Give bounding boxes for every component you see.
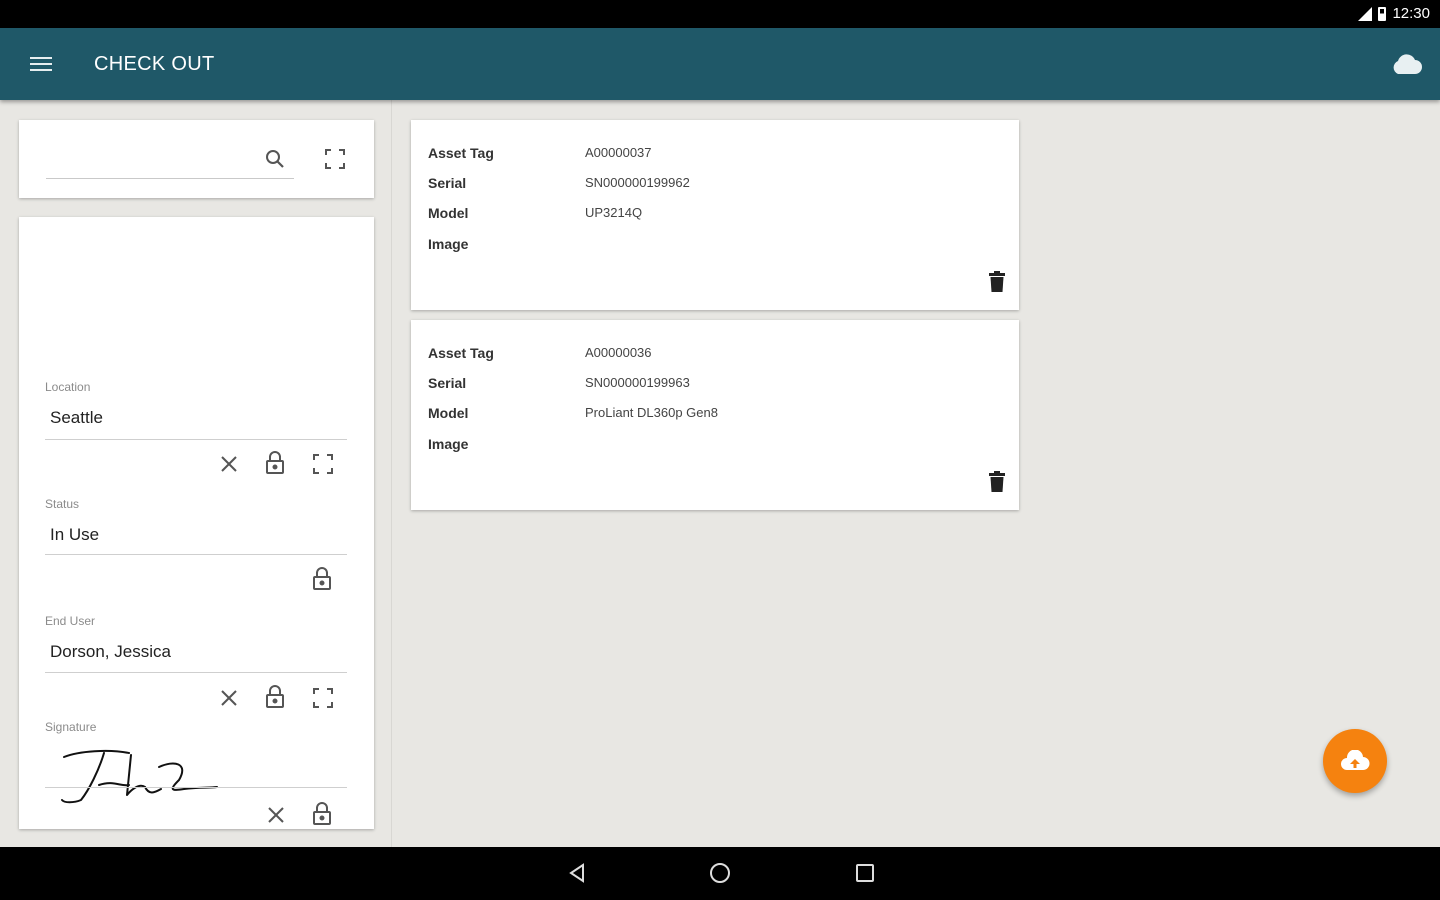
search-input[interactable] <box>46 148 256 176</box>
lock-location-icon[interactable] <box>264 451 286 475</box>
app-bar: CHECK OUT <box>0 28 1440 100</box>
end-user-underline <box>45 672 347 673</box>
asset-card[interactable]: Asset Tag A00000036 Serial SN000000199963 … <box>411 320 1019 510</box>
model-value: ProLiant DL360p Gen8 <box>585 405 718 420</box>
signature-label: Signature <box>45 720 97 734</box>
clock: 12:30 <box>1392 5 1430 22</box>
location-underline <box>45 439 347 440</box>
location-label: Location <box>45 380 91 394</box>
clear-end-user-icon[interactable] <box>218 687 240 709</box>
serial-label: Serial <box>428 175 467 191</box>
lock-end-user-icon[interactable] <box>264 685 286 709</box>
search-icon[interactable] <box>263 147 287 171</box>
signal-icon <box>1356 6 1373 22</box>
status-label: Status <box>45 497 80 511</box>
cloud-upload-icon <box>1341 750 1370 770</box>
cloud-sync-icon[interactable] <box>1390 52 1422 76</box>
lock-signature-icon[interactable] <box>311 802 333 826</box>
image-label: Image <box>428 436 469 452</box>
system-nav-bar <box>0 847 1440 900</box>
end-user-label: End User <box>45 614 96 628</box>
asset-tag-label: Asset Tag <box>428 345 494 361</box>
model-label: Model <box>428 405 469 421</box>
menu-icon[interactable] <box>30 54 52 74</box>
signature-underline <box>45 787 347 788</box>
delete-icon[interactable] <box>988 271 1006 293</box>
asset-tag-value: A00000036 <box>585 345 652 360</box>
clear-location-icon[interactable] <box>218 453 240 475</box>
recents-icon[interactable] <box>852 860 878 886</box>
left-panel: Location Seattle Status In Use End User … <box>0 100 392 847</box>
asset-card[interactable]: Asset Tag A00000037 Serial SN000000199962 … <box>411 120 1019 310</box>
battery-icon <box>1378 6 1387 21</box>
back-icon[interactable] <box>564 860 590 886</box>
asset-tag-label: Asset Tag <box>428 145 494 161</box>
upload-checkout-button[interactable] <box>1323 729 1387 793</box>
lock-status-icon[interactable] <box>311 567 333 591</box>
scan-location-icon[interactable] <box>311 452 335 476</box>
serial-value: SN000000199962 <box>585 175 690 190</box>
clear-signature-icon[interactable] <box>265 804 287 826</box>
status-icons: 12:30 <box>1356 5 1430 22</box>
delete-icon[interactable] <box>988 471 1006 493</box>
scan-end-user-icon[interactable] <box>311 686 335 710</box>
serial-label: Serial <box>428 375 467 391</box>
scan-icon[interactable] <box>323 147 347 171</box>
end-user-field[interactable]: Dorson, Jessica <box>50 642 171 662</box>
status-field[interactable]: In Use <box>50 525 99 545</box>
location-field[interactable]: Seattle <box>50 408 103 428</box>
signature-pad[interactable] <box>59 745 229 807</box>
page-title: CHECK OUT <box>94 53 215 75</box>
search-underline <box>46 178 294 179</box>
serial-value: SN000000199963 <box>585 375 690 390</box>
status-underline <box>45 554 347 555</box>
system-status-bar: 12:30 <box>0 0 1440 28</box>
checkout-form-card: Location Seattle Status In Use End User … <box>19 217 374 829</box>
home-icon[interactable] <box>707 860 733 886</box>
asset-tag-value: A00000037 <box>585 145 652 160</box>
model-value: UP3214Q <box>585 205 643 220</box>
image-label: Image <box>428 236 469 252</box>
model-label: Model <box>428 205 469 221</box>
search-card <box>19 120 374 198</box>
